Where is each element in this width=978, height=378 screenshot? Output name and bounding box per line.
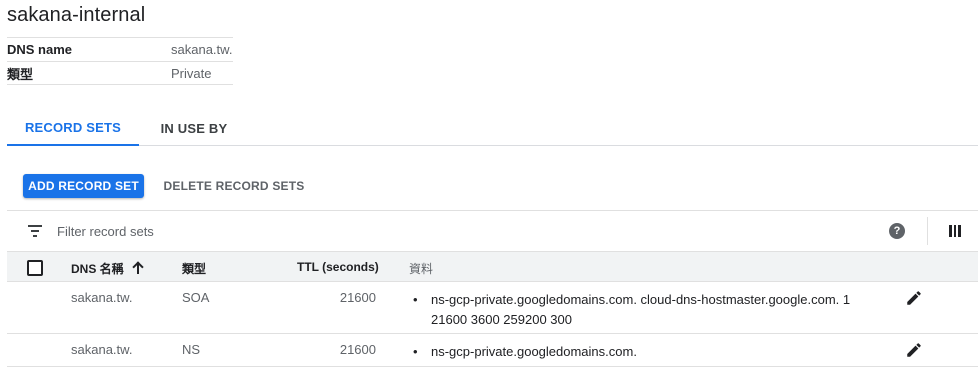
info-value: sakana.tw. bbox=[171, 42, 233, 57]
info-row-dns-name: DNS name sakana.tw. bbox=[7, 37, 233, 61]
column-header-type[interactable]: 類型 bbox=[182, 260, 206, 277]
table-row: sakana.tw. SOA 21600 ns-gcp-private.goog… bbox=[7, 282, 978, 334]
column-header-label: DNS 名稱 bbox=[71, 262, 124, 276]
tab-in-use-by[interactable]: IN USE BY bbox=[139, 110, 249, 146]
info-value: Private bbox=[171, 65, 212, 81]
record-ttl: 21600 bbox=[339, 342, 376, 357]
bullet bbox=[413, 342, 431, 362]
record-name: sakana.tw. bbox=[71, 290, 133, 305]
select-all-checkbox[interactable] bbox=[27, 260, 43, 276]
arrow-upward-icon bbox=[132, 262, 144, 274]
edit-icon[interactable] bbox=[905, 289, 923, 307]
help-icon[interactable]: ? bbox=[889, 223, 905, 239]
tab-record-sets[interactable]: RECORD SETS bbox=[7, 110, 139, 146]
column-header-ttl[interactable]: TTL (seconds) bbox=[297, 260, 379, 274]
filter-icon[interactable] bbox=[28, 225, 42, 237]
bullet bbox=[413, 290, 431, 330]
add-record-set-button[interactable]: ADD RECORD SET bbox=[23, 174, 144, 198]
record-type: NS bbox=[182, 342, 201, 357]
column-header-data: 資料 bbox=[409, 262, 434, 276]
record-data: ns-gcp-private.googledomains.com. bbox=[413, 342, 863, 362]
page-title: sakana-internal bbox=[7, 4, 146, 26]
delete-record-sets-button[interactable]: DELETE RECORD SETS bbox=[160, 174, 308, 198]
filter-input[interactable]: Filter record sets bbox=[57, 224, 154, 239]
info-key: DNS name bbox=[7, 42, 73, 57]
view-columns-icon[interactable] bbox=[949, 225, 962, 237]
info-row-type: 類型 Private bbox=[7, 61, 233, 85]
zone-info-table: DNS name sakana.tw. 類型 Private bbox=[7, 37, 233, 85]
record-name: sakana.tw. bbox=[71, 342, 133, 357]
divider bbox=[927, 217, 928, 245]
record-ttl: 21600 bbox=[339, 290, 376, 305]
record-type: SOA bbox=[182, 290, 210, 305]
table-header: DNS 名稱 類型 TTL (seconds) 資料 bbox=[7, 252, 978, 282]
filter-bar: Filter record sets ? bbox=[7, 210, 978, 252]
table-row: sakana.tw. NS 21600 ns-gcp-private.googl… bbox=[7, 334, 978, 367]
edit-icon[interactable] bbox=[905, 341, 923, 359]
record-data-text: ns-gcp-private.googledomains.com. cloud-… bbox=[431, 292, 851, 327]
record-data: ns-gcp-private.googledomains.com. cloud-… bbox=[413, 290, 863, 330]
record-data-text: ns-gcp-private.googledomains.com. bbox=[431, 344, 637, 359]
column-header-dns-name[interactable]: DNS 名稱 bbox=[71, 260, 144, 277]
tab-bar: RECORD SETS IN USE BY bbox=[7, 110, 978, 146]
info-key: 類型 bbox=[7, 66, 34, 82]
